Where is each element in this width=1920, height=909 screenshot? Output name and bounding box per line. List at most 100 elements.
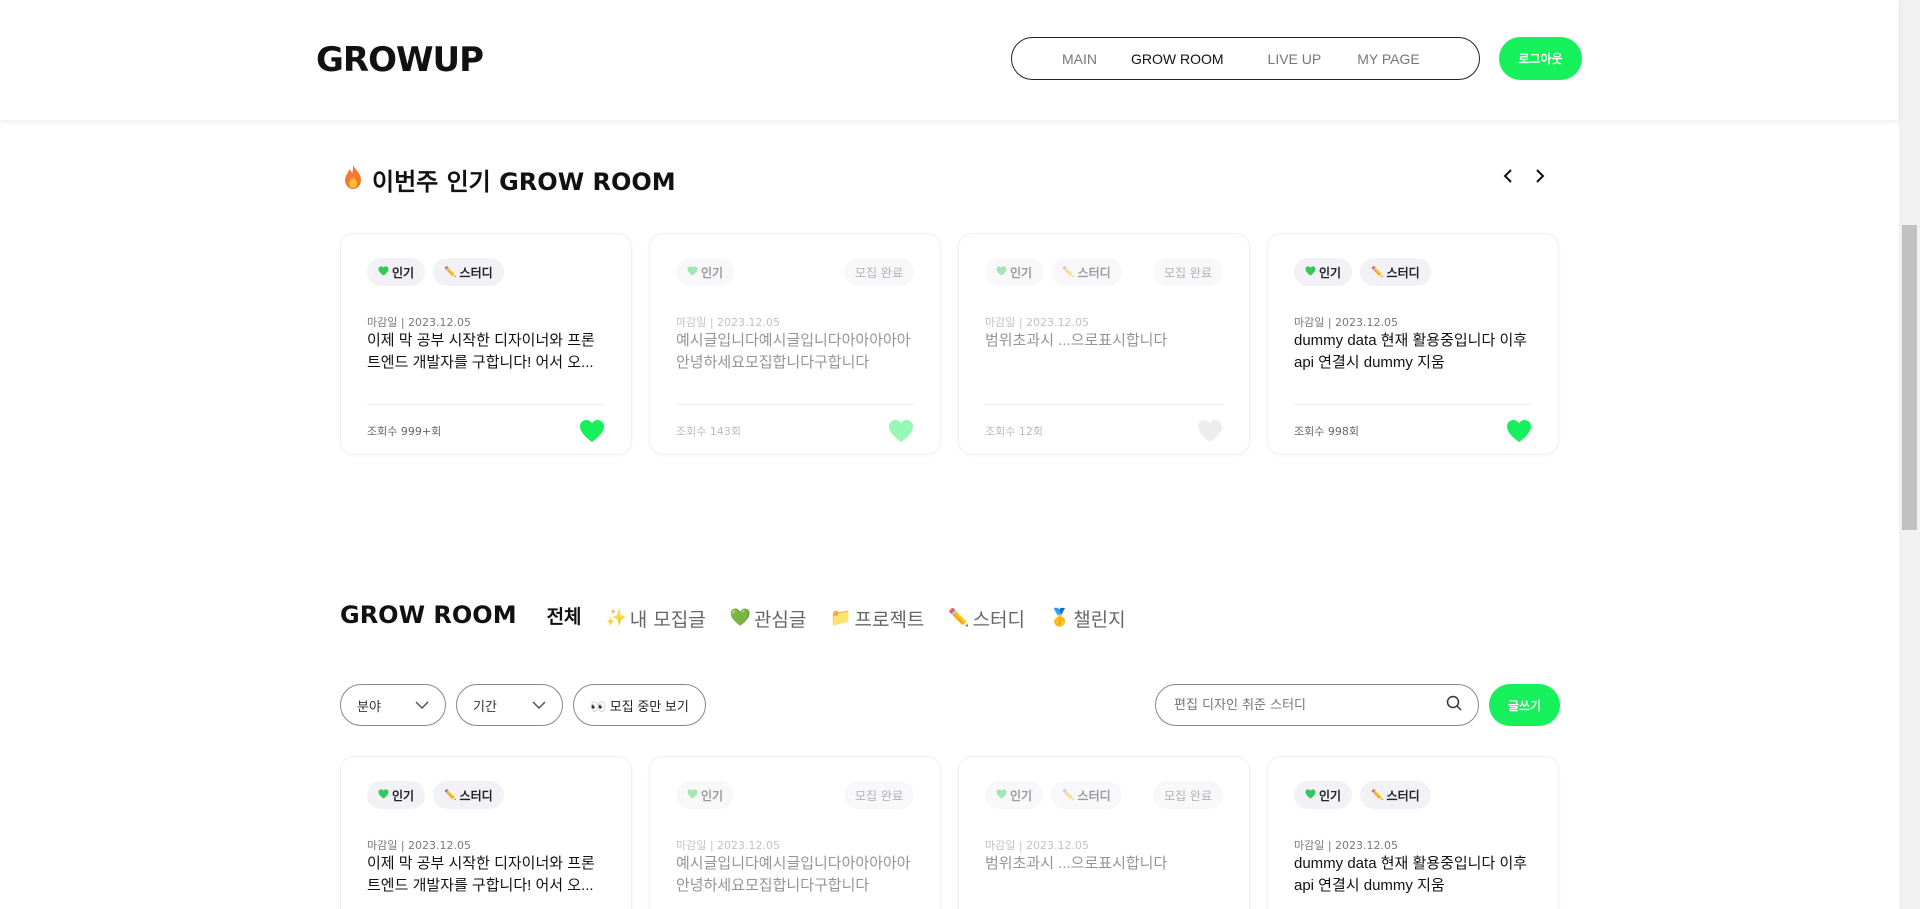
green-heart-icon — [687, 265, 698, 279]
card-tags: 인기 모집 완료 — [676, 781, 914, 809]
tab-interested[interactable]: 💚 관심글 — [730, 605, 807, 632]
field-select[interactable]: 분야 — [340, 684, 446, 726]
pencil-icon: ✏️ — [948, 608, 970, 628]
logout-button[interactable]: 로그아웃 — [1499, 37, 1582, 80]
popular-tag: 인기 — [1294, 781, 1353, 809]
recruiting-only-toggle[interactable]: 👀 모집 중만 보기 — [573, 684, 706, 726]
view-count: 조회수 12회 — [985, 424, 1043, 438]
post-title[interactable]: 이제 막 공부 시작한 디자이너와 프론트엔드 개발자를 구합니다! 어서 오.… — [367, 330, 605, 374]
green-heart-icon — [1305, 265, 1316, 279]
tab-challenge[interactable]: 🥇 챌린지 — [1049, 605, 1126, 632]
post-title[interactable]: 이제 막 공부 시작한 디자이너와 프론트엔드 개발자를 구합니다! 어서 오.… — [367, 853, 605, 897]
green-heart-icon — [687, 788, 698, 802]
pencil-icon: ✏️ — [1062, 789, 1075, 801]
pencil-icon: ✏️ — [1371, 266, 1384, 278]
card-tags: 인기 ✏️ 스터디 — [367, 258, 605, 286]
page-scrollbar[interactable] — [1899, 0, 1920, 909]
green-heart-icon — [378, 788, 389, 802]
tab-study[interactable]: ✏️ 스터디 — [948, 605, 1025, 632]
deadline-text: 마감일 | 2023.12.05 — [985, 839, 1090, 852]
logo[interactable]: GROWUP — [316, 40, 484, 80]
view-count: 조회수 143회 — [676, 424, 741, 438]
sparkles-icon: ✨ — [605, 608, 627, 628]
popular-section-title: 이번주 인기 GROW ROOM — [342, 162, 676, 197]
study-tag: ✏️ 스터디 — [1360, 781, 1431, 809]
pencil-icon: ✏️ — [444, 266, 457, 278]
recruitment-closed-badge: 모집 완료 — [844, 258, 914, 286]
tab-my-posts[interactable]: ✨ 내 모집글 — [606, 605, 706, 632]
growroom-title: GROW ROOM — [340, 601, 517, 629]
deadline-text: 마감일 | 2023.12.05 — [1294, 316, 1399, 329]
nav-grow-room[interactable]: GROW ROOM — [1131, 51, 1224, 67]
period-select[interactable]: 기간 — [456, 684, 563, 726]
popular-tag: 인기 — [367, 258, 426, 286]
recruitment-closed-badge: 모집 완료 — [1153, 258, 1223, 286]
study-tag: ✏️ 스터디 — [1051, 781, 1122, 809]
site-header: GROWUP MAIN GROW ROOM LIVE UP MY PAGE 로그… — [0, 0, 1899, 120]
post-card[interactable]: 인기 ✏️ 스터디 마감일 | 2023.12.05 이제 막 공부 시작한 디자이너와… — [340, 756, 632, 909]
green-heart-icon — [996, 788, 1007, 802]
like-heart-icon[interactable] — [1506, 419, 1532, 443]
post-title[interactable]: 범위초과시 ...으로표시합니다 — [985, 330, 1223, 374]
green-heart-icon — [1305, 788, 1316, 802]
card-tags: 인기 ✏️ 스터디 — [1294, 781, 1532, 809]
green-heart-icon — [996, 265, 1007, 279]
deadline-text: 마감일 | 2023.12.05 — [1294, 839, 1399, 852]
view-count: 조회수 998회 — [1294, 424, 1359, 438]
card-tags: 인기 ✏️ 스터디 — [367, 781, 605, 809]
study-tag: ✏️ 스터디 — [433, 781, 504, 809]
like-heart-icon[interactable] — [1197, 419, 1223, 443]
card-footer: 조회수 999+회 — [367, 404, 605, 456]
search-icon[interactable] — [1446, 695, 1462, 715]
post-title[interactable]: dummy data 현재 활용중입니다 이후 api 연결시 dummy 지움 — [1294, 853, 1532, 897]
popular-tag: 인기 — [985, 258, 1044, 286]
deadline-text: 마감일 | 2023.12.05 — [367, 316, 472, 329]
card-footer: 조회수 12회 — [985, 404, 1223, 456]
main-nav: MAIN GROW ROOM LIVE UP MY PAGE — [1011, 37, 1480, 80]
carousel-controls — [1500, 168, 1548, 184]
fire-icon — [342, 164, 364, 196]
popular-tag: 인기 — [985, 781, 1044, 809]
chevron-right-icon[interactable] — [1532, 168, 1548, 184]
study-tag: ✏️ 스터디 — [1051, 258, 1122, 286]
card-footer: 조회수 143회 — [676, 404, 914, 456]
green-heart-icon: 💚 — [729, 608, 751, 628]
post-card[interactable]: 인기 모집 완료 마감일 | 2023.12.05 예시글입니다예시글입니다아아아아아… — [649, 756, 941, 909]
chevron-left-icon[interactable] — [1500, 168, 1516, 184]
deadline-text: 마감일 | 2023.12.05 — [676, 316, 781, 329]
card-tags: 인기 ✏️ 스터디 모집 완료 — [985, 258, 1223, 286]
green-heart-icon — [378, 265, 389, 279]
post-card[interactable]: 인기 ✏️ 스터디 모집 완료 마감일 | 2023.12.05 범위초과시 ...으로표… — [958, 756, 1250, 909]
nav-main[interactable]: MAIN — [1062, 51, 1097, 67]
pencil-icon: ✏️ — [1371, 789, 1384, 801]
nav-my-page[interactable]: MY PAGE — [1357, 51, 1420, 67]
chevron-down-icon — [532, 698, 546, 713]
folder-icon: 📁 — [830, 608, 852, 628]
study-tag: ✏️ 스터디 — [1360, 258, 1431, 286]
popular-tag: 인기 — [676, 258, 735, 286]
tab-project[interactable]: 📁 프로젝트 — [830, 605, 924, 632]
post-title[interactable]: 예시글입니다예시글입니다아아아아아 안녕하세요모집합니다구합니다 — [676, 330, 914, 374]
card-tags: 인기 ✏️ 스터디 모집 완료 — [985, 781, 1223, 809]
post-card[interactable]: 인기 ✏️ 스터디 마감일 | 2023.12.05 dummy data 현재 활용중… — [1267, 233, 1559, 455]
popular-tag: 인기 — [676, 781, 735, 809]
post-card[interactable]: 인기 ✏️ 스터디 마감일 | 2023.12.05 이제 막 공부 시작한 디자이너와… — [340, 233, 632, 455]
like-heart-icon[interactable] — [888, 419, 914, 443]
post-card[interactable]: 인기 모집 완료마감일 | 2023.12.05 예시글입니다예시글입니다아아아아아… — [649, 233, 941, 455]
recruitment-closed-badge: 모집 완료 — [844, 781, 914, 809]
search-box — [1155, 684, 1479, 726]
nav-live-up[interactable]: LIVE UP — [1268, 51, 1322, 67]
chevron-down-icon — [415, 698, 429, 713]
scrollbar-thumb[interactable] — [1902, 225, 1917, 530]
deadline-text: 마감일 | 2023.12.05 — [985, 316, 1090, 329]
tab-all[interactable]: 전체 — [547, 602, 582, 629]
post-title[interactable]: 범위초과시 ...으로표시합니다 — [985, 853, 1223, 897]
post-card[interactable]: 인기 ✏️ 스터디마감일 | 2023.12.05 dummy data 현재 활용중… — [1267, 756, 1559, 909]
search-input[interactable] — [1174, 697, 1446, 713]
post-card[interactable]: 인기 ✏️ 스터디 모집 완료마감일 | 2023.12.05 범위초과시 ...으로표… — [958, 233, 1250, 455]
write-post-button[interactable]: 글쓰기 — [1489, 684, 1560, 726]
post-title[interactable]: dummy data 현재 활용중입니다 이후 api 연결시 dummy 지움 — [1294, 330, 1532, 374]
post-title[interactable]: 예시글입니다예시글입니다아아아아아 안녕하세요모집합니다구합니다 — [676, 853, 914, 897]
like-heart-icon[interactable] — [579, 419, 605, 443]
pencil-icon: ✏️ — [444, 789, 457, 801]
